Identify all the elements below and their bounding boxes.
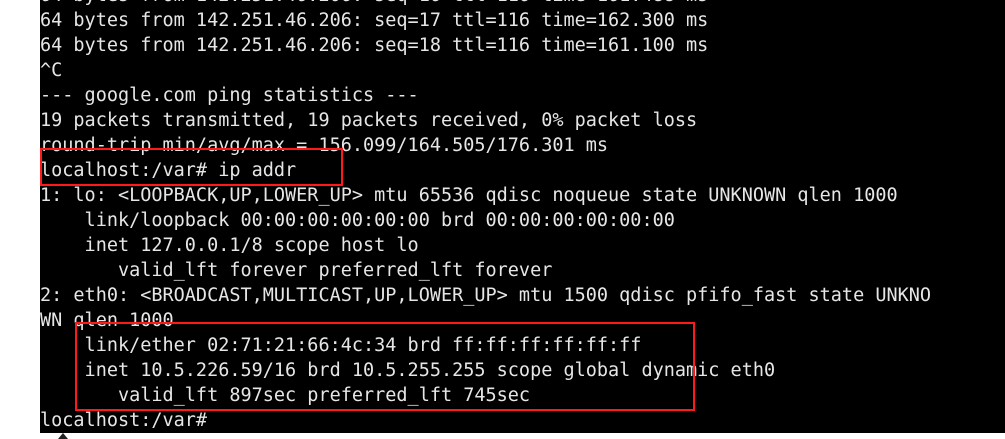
terminal-line-eth0-link: link/ether 02:71:21:66:4c:34 brd ff:ff:f… xyxy=(40,335,642,356)
terminal-prompt[interactable]: localhost:/var# xyxy=(40,408,931,433)
terminal-line-eth0-valid-lft: valid_lft 897sec preferred_lft 745sec xyxy=(40,385,531,406)
bottom-margin xyxy=(0,433,1005,439)
terminal-line-ping-17: 64 bytes from 142.251.46.206: seq=17 ttl… xyxy=(40,10,709,31)
terminal-line-eth0-interface: 2: eth0: <BROADCAST,MULTICAST,UP,LOWER_U… xyxy=(40,285,932,306)
terminal-line-lo-valid-lft: valid_lft forever preferred_lft forever xyxy=(40,260,553,281)
terminal-line-lo-interface: 1: lo: <LOOPBACK,UP,LOWER_UP> mtu 65536 … xyxy=(40,185,898,206)
terminal-line-eth0-inet: inet 10.5.226.59/16 brd 10.5.255.255 sco… xyxy=(40,360,776,381)
terminal-line-interrupt: ^C xyxy=(40,60,63,81)
terminal-line-packets: 19 packets transmitted, 19 packets recei… xyxy=(40,110,698,131)
terminal-line-ip-addr-command: localhost:/var# ip addr xyxy=(40,160,297,181)
terminal-line-ping-16: 64 bytes from 142.251.46.206: seq=16 ttl… xyxy=(40,0,931,8)
terminal-line-lo-link: link/loopback 00:00:00:00:00:00 brd 00:0… xyxy=(40,210,675,231)
terminal-window[interactable]: 64 bytes from 142.251.46.206: seq=16 ttl… xyxy=(40,0,1005,433)
terminal-line-round-trip: round-trip min/avg/max = 156.099/164.505… xyxy=(40,135,609,156)
terminal-line-ping-18: 64 bytes from 142.251.46.206: seq=18 ttl… xyxy=(40,35,709,56)
mouse-pointer-icon xyxy=(58,433,68,439)
left-margin xyxy=(0,0,40,439)
terminal-line-eth0-wrap: WN qlen 1000 xyxy=(40,310,174,331)
terminal-line-stats-header: --- google.com ping statistics --- xyxy=(40,85,419,106)
screenshot: 64 bytes from 142.251.46.206: seq=16 ttl… xyxy=(0,0,1005,439)
terminal-line-lo-inet: inet 127.0.0.1/8 scope host lo xyxy=(40,235,419,256)
terminal-output: 64 bytes from 142.251.46.206: seq=16 ttl… xyxy=(40,0,931,433)
